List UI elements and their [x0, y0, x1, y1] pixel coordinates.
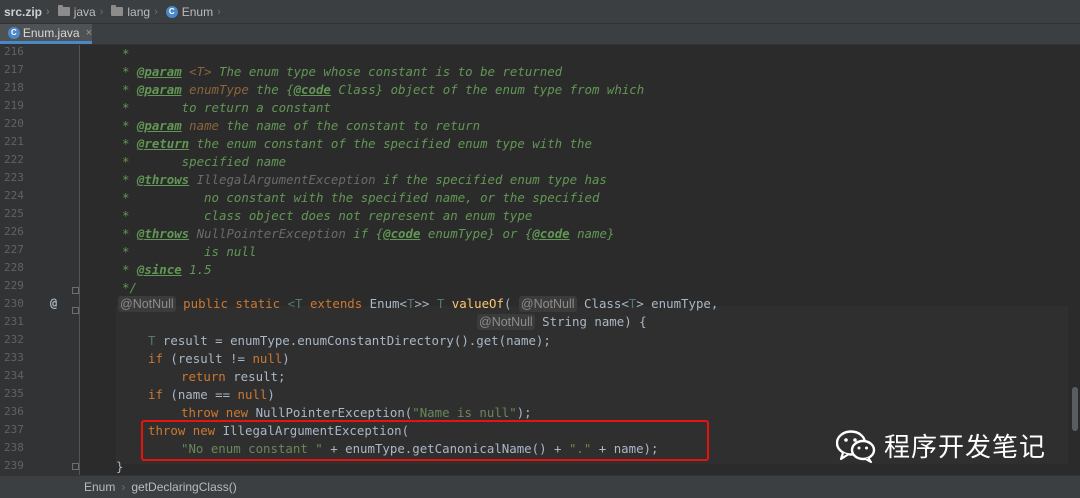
folder-icon [57, 5, 70, 16]
scrollbar-thumb[interactable] [1072, 387, 1078, 431]
code-line-235: if (name == null) [148, 387, 275, 402]
line-number: 216 [4, 45, 24, 58]
line-number: 219 [4, 99, 24, 112]
code-line-223: * @throws IllegalArgumentException if th… [122, 172, 607, 187]
watermark-text: 程序开发笔记 [884, 433, 1047, 463]
code-line-216: * [122, 46, 130, 61]
line-number: 232 [4, 333, 24, 346]
code-line-219: * to return a constant [122, 100, 331, 115]
chevron-right-icon: › [154, 5, 158, 18]
breadcrumb-label: Enum [181, 4, 214, 19]
code-line-218: * @param enumType the {@code Class} obje… [122, 82, 645, 97]
navigation-bar: src.zip › java › lang › C Enum › [0, 0, 1080, 24]
archive-label: src.zip [4, 4, 43, 19]
line-number: 239 [4, 459, 24, 472]
watermark: 程序开发笔记 [836, 427, 1046, 464]
line-number: 228 [4, 261, 24, 274]
code-line-220: * @param name the name of the constant t… [122, 118, 481, 133]
line-number: 221 [4, 135, 24, 148]
gutter-divider [79, 45, 80, 475]
code-line-228: * @since 1.5 [122, 262, 212, 277]
override-marker-icon[interactable]: @ [50, 296, 57, 310]
line-number: 237 [4, 423, 24, 436]
class-icon: C [165, 5, 178, 18]
line-number: 217 [4, 63, 24, 76]
breadcrumb-java[interactable]: java › [52, 0, 106, 23]
code-line-231: @NotNull String name) { [477, 314, 647, 330]
code-line-226: * @throws NullPointerException if {@code… [122, 226, 615, 241]
line-number: 238 [4, 441, 24, 454]
line-number: 220 [4, 117, 24, 130]
line-number: 226 [4, 225, 24, 238]
inlay-hint-notnull: @NotNull [518, 296, 577, 312]
breadcrumb-enum[interactable]: C Enum › [160, 0, 223, 23]
code-line-233: if (result != null) [148, 351, 290, 366]
code-line-232: T result = enumType.enumConstantDirector… [148, 333, 551, 348]
line-number: 222 [4, 153, 24, 166]
line-number: 227 [4, 243, 24, 256]
code-line-227: * is null [122, 244, 257, 259]
class-icon: C [8, 26, 20, 39]
line-number: 225 [4, 207, 24, 220]
line-number: 235 [4, 387, 24, 400]
chevron-right-icon: › [217, 5, 221, 18]
breadcrumb-class[interactable]: Enum [84, 480, 115, 494]
editor-breadcrumb-bar: Enum › getDeclaringClass() [0, 475, 1080, 498]
code-line-224: * no constant with the specified name, o… [122, 190, 600, 205]
line-number: 218 [4, 81, 24, 94]
inlay-hint-notnull: @NotNull [118, 296, 176, 312]
breadcrumb-archive[interactable]: src.zip › [0, 0, 52, 23]
line-number: 224 [4, 189, 24, 202]
line-number: 234 [4, 369, 24, 382]
line-number: 231 [4, 315, 24, 328]
chevron-right-icon: › [46, 5, 50, 18]
line-number: 230 [4, 297, 24, 310]
code-line-217: * @param <T> The enum type whose constan… [122, 64, 563, 79]
tab-label: Enum.java [22, 25, 80, 40]
wechat-logo-icon [836, 429, 876, 463]
line-number: 223 [4, 171, 24, 184]
breadcrumb-label: lang [127, 4, 151, 19]
inlay-hint-notnull: @NotNull [477, 314, 535, 330]
fold-marker-icon[interactable] [72, 463, 79, 470]
line-number: 229 [4, 279, 24, 292]
code-line-221: * @return the enum constant of the speci… [122, 136, 592, 151]
code-line-225: * class object does not represent an enu… [122, 208, 533, 223]
code-editor[interactable]: 216 217 218 219 220 221 222 223 224 225 … [0, 45, 1080, 475]
breadcrumb-label: java [73, 4, 96, 19]
close-icon[interactable]: × [86, 27, 92, 39]
editor-tab-bar: C Enum.java × [0, 24, 1080, 45]
fold-marker-icon[interactable] [72, 287, 79, 294]
line-number: 236 [4, 405, 24, 418]
code-line-234: return result; [181, 369, 286, 384]
code-line-222: * specified name [122, 154, 287, 169]
line-number: 233 [4, 351, 24, 364]
code-line-239: } [116, 459, 124, 474]
chevron-right-icon: › [99, 5, 104, 18]
breadcrumb-method[interactable]: getDeclaringClass() [131, 480, 236, 494]
code-line-230: @NotNull public static <T extends Enum<T… [118, 296, 719, 312]
tab-enum-java[interactable]: C Enum.java × [0, 24, 92, 44]
fold-marker-icon[interactable] [72, 307, 79, 314]
folder-icon [111, 5, 124, 16]
breadcrumb-lang[interactable]: lang › [105, 0, 159, 23]
red-highlight-box [141, 420, 709, 461]
chevron-right-icon: › [121, 480, 126, 494]
